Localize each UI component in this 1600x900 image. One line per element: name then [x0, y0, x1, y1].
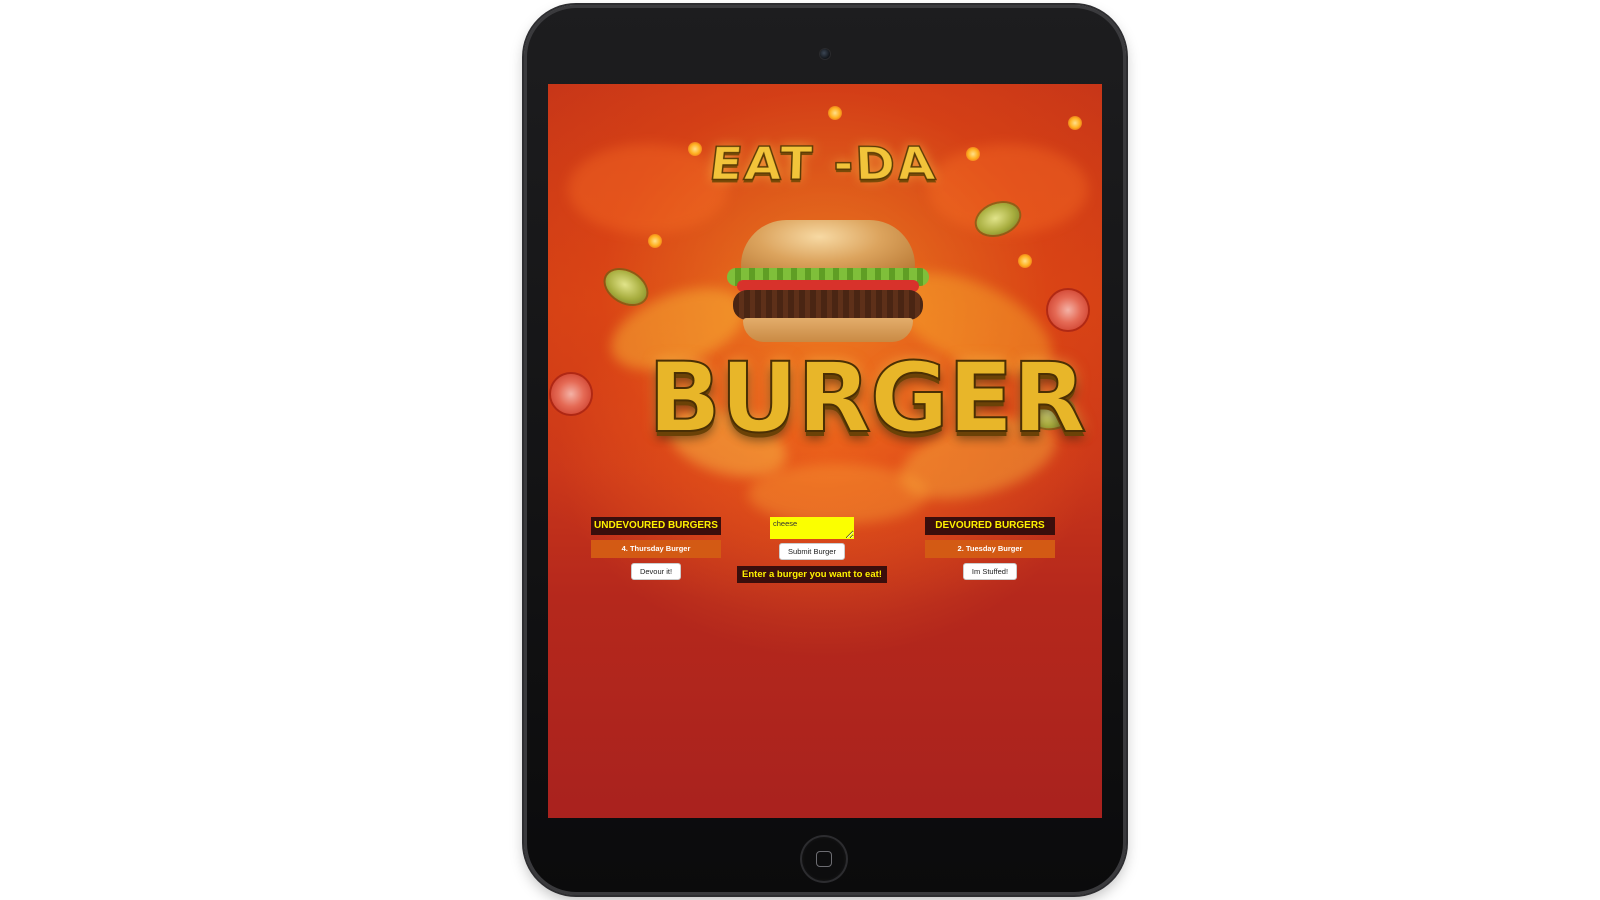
devoured-burger-item: 2. Tuesday Burger: [925, 540, 1055, 558]
tablet-device-frame: EAT -DA BURGER UNDEVOURED BURGERS 4. Thu…: [524, 5, 1126, 895]
tomato-decoration: [551, 374, 591, 414]
devoured-column: DEVOURED BURGERS 2. Tuesday Burger Im St…: [925, 517, 1055, 580]
devour-button[interactable]: Devour it!: [630, 563, 682, 580]
page: EAT -DA BURGER UNDEVOURED BURGERS 4. Thu…: [0, 0, 1600, 900]
burger-illustration: [723, 220, 933, 350]
ember-decoration: [828, 106, 842, 120]
undevoured-burger-item: 4. Thursday Burger: [591, 540, 721, 558]
logo-top-word: EAT -DA: [706, 137, 941, 192]
front-camera-icon: [820, 49, 830, 59]
pickle-decoration: [599, 263, 653, 311]
ember-decoration: [1068, 116, 1082, 130]
app-logo: EAT -DA BURGER: [647, 132, 1087, 455]
undevoured-header: UNDEVOURED BURGERS: [591, 517, 721, 535]
ember-decoration: [1018, 254, 1032, 268]
flame-decoration: [748, 464, 928, 524]
form-hint: Enter a burger you want to eat!: [737, 566, 887, 583]
app-screen: EAT -DA BURGER UNDEVOURED BURGERS 4. Thu…: [548, 84, 1102, 818]
burger-input-wrapper: cheese: [770, 517, 854, 539]
undevoured-column: UNDEVOURED BURGERS 4. Thursday Burger De…: [591, 517, 721, 580]
burger-bun-bottom: [743, 318, 913, 342]
burger-patty: [733, 290, 923, 320]
submit-burger-button[interactable]: Submit Burger: [779, 543, 845, 560]
burger-name-input[interactable]: cheese: [770, 517, 854, 539]
tomato-decoration: [1048, 290, 1088, 330]
burger-form: cheese Submit Burger Enter a burger you …: [736, 517, 888, 583]
home-button-icon[interactable]: [802, 837, 846, 881]
im-stuffed-button[interactable]: Im Stuffed!: [962, 563, 1018, 580]
logo-bottom-word: BURGER: [647, 341, 1087, 455]
devoured-header: DEVOURED BURGERS: [925, 517, 1055, 535]
